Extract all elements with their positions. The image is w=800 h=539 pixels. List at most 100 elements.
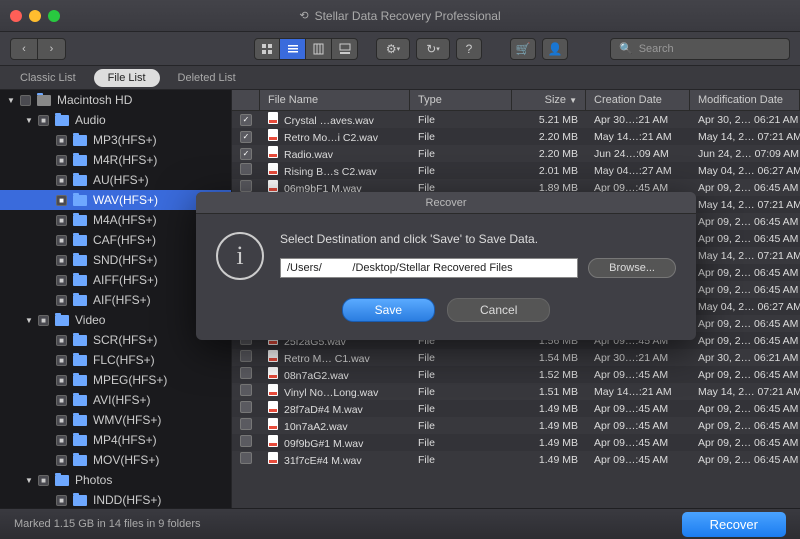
tree-checkbox[interactable]: ■ — [56, 375, 67, 386]
row-checkbox[interactable] — [240, 384, 252, 396]
file-type: File — [410, 437, 512, 449]
row-checkbox[interactable] — [240, 180, 252, 192]
search-input[interactable]: 🔍 Search — [610, 38, 790, 60]
destination-path-input[interactable] — [280, 258, 578, 278]
back-button[interactable]: ‹ — [10, 38, 38, 60]
cancel-button[interactable]: Cancel — [447, 298, 550, 322]
file-size: 1.51 MB — [512, 386, 586, 398]
view-column-button[interactable] — [306, 38, 332, 60]
file-name: Retro Mo…i C2.wav — [284, 132, 378, 144]
row-checkbox[interactable] — [240, 367, 252, 379]
table-row[interactable]: 09f9bG#1 M.wavFile1.49 MBApr 09…:45 AMAp… — [232, 434, 800, 451]
table-row[interactable]: ✓Retro Mo…i C2.wavFile2.20 MBMay 14…:21 … — [232, 128, 800, 145]
tree-item[interactable]: ■MPEG(HFS+) — [0, 370, 231, 390]
view-gallery-button[interactable] — [332, 38, 358, 60]
row-checkbox[interactable]: ✓ — [240, 148, 252, 160]
settings-button[interactable]: ⚙▾ — [376, 38, 410, 60]
disclosure-icon[interactable]: ▼ — [24, 316, 34, 325]
disclosure-icon[interactable]: ▼ — [24, 476, 34, 485]
tree-checkbox[interactable]: ■ — [38, 315, 49, 326]
tree-checkbox[interactable]: ■ — [56, 295, 67, 306]
tree-checkbox[interactable]: ■ — [56, 175, 67, 186]
tree-checkbox[interactable]: ■ — [56, 435, 67, 446]
close-window-icon[interactable] — [10, 10, 22, 22]
tab-deleted-list[interactable]: Deleted List — [164, 69, 250, 87]
col-size[interactable]: Size ▼ — [512, 90, 586, 110]
file-mdate: Apr 30, 2… 06:21 AM — [690, 352, 800, 364]
column-header[interactable]: File Name Type Size ▼ Creation Date Modi… — [232, 90, 800, 111]
tree-label: AU(HFS+) — [93, 173, 149, 187]
disclosure-icon[interactable]: ▼ — [24, 116, 34, 125]
row-checkbox[interactable] — [240, 350, 252, 362]
tab-classic-list[interactable]: Classic List — [6, 69, 90, 87]
browse-button[interactable]: Browse... — [588, 258, 676, 278]
table-row[interactable]: Vinyl No…Long.wavFile1.51 MBMay 14…:21 A… — [232, 383, 800, 400]
table-row[interactable]: 08n7aG2.wavFile1.52 MBApr 09…:45 AMApr 0… — [232, 366, 800, 383]
tree-checkbox[interactable]: ■ — [56, 215, 67, 226]
tree-item[interactable]: ▼■Photos — [0, 470, 231, 490]
col-mdate[interactable]: Modification Date — [690, 90, 800, 110]
table-row[interactable]: ✓Radio.wavFile2.20 MBJun 24…:09 AMJun 24… — [232, 145, 800, 162]
help-button[interactable]: ? — [456, 38, 482, 60]
user-button[interactable]: 👤 — [542, 38, 568, 60]
disclosure-icon[interactable]: ▼ — [6, 96, 16, 105]
tree-item[interactable]: ▼■Audio — [0, 110, 231, 130]
tree-checkbox[interactable]: ■ — [56, 335, 67, 346]
tree-checkbox[interactable]: ■ — [56, 355, 67, 366]
row-checkbox[interactable] — [240, 418, 252, 430]
tree-checkbox[interactable]: ■ — [56, 395, 67, 406]
row-checkbox[interactable] — [240, 401, 252, 413]
col-cdate[interactable]: Creation Date — [586, 90, 690, 110]
tree-checkbox[interactable]: ■ — [38, 475, 49, 486]
tree-item[interactable]: ■MP4(HFS+) — [0, 430, 231, 450]
history-button[interactable]: ↻▾ — [416, 38, 450, 60]
tree-item[interactable]: ■INDD(HFS+) — [0, 490, 231, 508]
tree-checkbox[interactable]: ■ — [56, 275, 67, 286]
table-row[interactable]: 10n7aA2.wavFile1.49 MBApr 09…:45 AMApr 0… — [232, 417, 800, 434]
col-type[interactable]: Type — [410, 90, 512, 110]
tree-item[interactable]: ■MOV(HFS+) — [0, 450, 231, 470]
forward-button[interactable]: › — [38, 38, 66, 60]
table-row[interactable]: Retro M… C1.wavFile1.54 MBApr 30…:21 AMA… — [232, 349, 800, 366]
row-checkbox[interactable] — [240, 435, 252, 447]
row-checkbox[interactable]: ✓ — [240, 131, 252, 143]
table-row[interactable]: 28f7aD#4 M.wavFile1.49 MBApr 09…:45 AMAp… — [232, 400, 800, 417]
tree-checkbox[interactable]: ■ — [38, 115, 49, 126]
save-button[interactable]: Save — [342, 298, 435, 322]
table-row[interactable]: 31f7cE#4 M.wavFile1.49 MBApr 09…:45 AMAp… — [232, 451, 800, 468]
file-mdate: Apr 30, 2… 06:21 AM — [690, 114, 800, 126]
view-list-button[interactable] — [280, 38, 306, 60]
tree-item[interactable]: ■WMV(HFS+) — [0, 410, 231, 430]
tree-checkbox[interactable] — [20, 95, 31, 106]
table-row[interactable]: ✓Crystal …aves.wavFile5.21 MBApr 30…:21 … — [232, 111, 800, 128]
folder-icon — [55, 475, 69, 486]
file-cdate: Apr 09…:45 AM — [586, 454, 690, 466]
tree-checkbox[interactable]: ■ — [56, 155, 67, 166]
minimize-window-icon[interactable] — [29, 10, 41, 22]
file-mdate: May 04, 2… 06:27 AM — [690, 301, 800, 313]
tree-checkbox[interactable]: ■ — [56, 495, 67, 506]
tree-item[interactable]: ■AVI(HFS+) — [0, 390, 231, 410]
tree-item[interactable]: ■M4R(HFS+) — [0, 150, 231, 170]
row-checkbox[interactable]: ✓ — [240, 114, 252, 126]
tab-file-list[interactable]: File List — [94, 69, 160, 87]
recover-button[interactable]: Recover — [682, 512, 786, 537]
view-icon-button[interactable] — [254, 38, 280, 60]
tree-item[interactable]: ■FLC(HFS+) — [0, 350, 231, 370]
row-checkbox[interactable] — [240, 452, 252, 464]
cart-button[interactable]: 🛒 — [510, 38, 536, 60]
tree-checkbox[interactable]: ■ — [56, 455, 67, 466]
tree-item[interactable]: ■ AU(HFS+) — [0, 170, 231, 190]
tree-checkbox[interactable]: ■ — [56, 255, 67, 266]
tree-checkbox[interactable]: ■ — [56, 195, 67, 206]
table-row[interactable]: Rising B…s C2.wavFile2.01 MBMay 04…:27 A… — [232, 162, 800, 179]
folder-icon — [73, 395, 87, 406]
tree-checkbox[interactable]: ■ — [56, 135, 67, 146]
row-checkbox[interactable] — [240, 163, 252, 175]
zoom-window-icon[interactable] — [48, 10, 60, 22]
tree-checkbox[interactable]: ■ — [56, 415, 67, 426]
tree-item[interactable]: ▼Macintosh HD — [0, 90, 231, 110]
tree-item[interactable]: ■MP3(HFS+) — [0, 130, 231, 150]
col-name[interactable]: File Name — [260, 90, 410, 110]
tree-checkbox[interactable]: ■ — [56, 235, 67, 246]
